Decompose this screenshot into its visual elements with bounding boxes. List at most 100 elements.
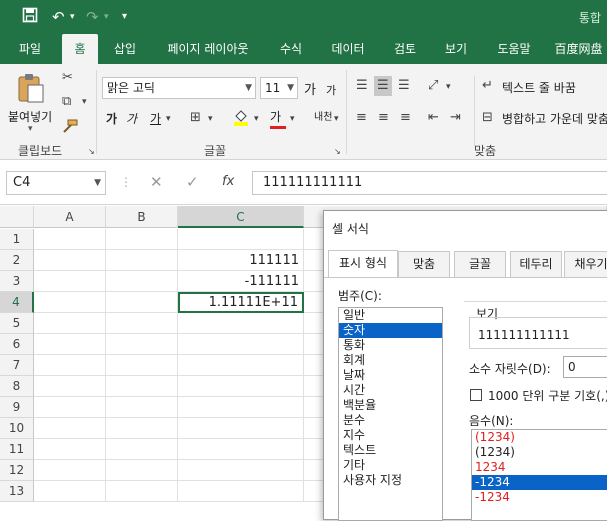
column-header-c[interactable]: C (178, 206, 304, 228)
cell-c3[interactable]: -111111 (178, 271, 304, 292)
grid-cell[interactable] (106, 460, 178, 481)
category-item[interactable]: 지수 (339, 428, 442, 443)
cut-icon[interactable]: ✂ (62, 70, 73, 86)
column-header-b[interactable]: B (106, 206, 178, 228)
negative-numbers-list[interactable]: (1234) (1234) 1234 -1234 -1234 (471, 429, 607, 521)
tab-file[interactable]: 파일 (8, 34, 52, 64)
underline-dropdown-icon[interactable]: ▾ (166, 111, 171, 127)
category-item[interactable]: 날짜 (339, 368, 442, 383)
underline-button[interactable]: 가 (150, 110, 161, 127)
increase-indent-icon[interactable]: ⇥ (450, 110, 461, 126)
grid-cell[interactable] (178, 229, 304, 250)
category-item[interactable]: 분수 (339, 413, 442, 428)
grid-cell[interactable] (106, 397, 178, 418)
tab-home[interactable]: 홈 (62, 34, 98, 64)
grid-cell[interactable] (106, 250, 178, 271)
negative-format-item[interactable]: -1234 (472, 490, 607, 505)
row-header-2[interactable]: 2 (0, 250, 34, 271)
category-item[interactable]: 백분율 (339, 398, 442, 413)
save-icon[interactable] (22, 7, 38, 28)
tab-help[interactable]: 도움말 (490, 34, 538, 64)
formula-input[interactable]: 111111111111 (252, 171, 607, 195)
format-painter-icon[interactable] (62, 118, 78, 139)
category-item[interactable]: 일반 (339, 308, 442, 323)
font-color-button[interactable]: 가 (270, 108, 286, 129)
row-header-10[interactable]: 10 (0, 418, 34, 439)
paste-dropdown-icon[interactable]: ▾ (28, 124, 33, 134)
insert-function-icon[interactable]: fx (222, 174, 234, 189)
grid-cell[interactable] (34, 418, 106, 439)
grid-cell[interactable] (106, 439, 178, 460)
grid-cell[interactable] (178, 439, 304, 460)
category-item[interactable]: 사용자 지정 (339, 473, 442, 488)
grid-cell[interactable] (106, 313, 178, 334)
paste-label[interactable]: 붙여넣기 (8, 108, 52, 125)
align-right-icon[interactable]: ≡ (400, 110, 411, 126)
enter-icon[interactable]: ✓ (186, 173, 199, 191)
cancel-icon[interactable]: ✕ (150, 173, 163, 191)
decimal-places-input[interactable]: 0 (563, 356, 607, 378)
category-item[interactable]: 회계 (339, 353, 442, 368)
grid-cell[interactable] (34, 250, 106, 271)
orientation-icon[interactable]: ⤢ (428, 78, 438, 94)
grid-cell[interactable] (106, 481, 178, 502)
merge-center-button[interactable]: 병합하고 가운데 맞춤 (502, 110, 607, 127)
font-launcher-icon[interactable]: ↘ (334, 144, 341, 160)
name-box[interactable]: C4 ▼ (6, 171, 106, 195)
tab-formulas[interactable]: 수식 (272, 34, 310, 64)
align-middle-icon[interactable]: ☰ (374, 76, 392, 96)
copy-dropdown-icon[interactable]: ▾ (82, 94, 87, 110)
cell-c2[interactable]: 111111 (178, 250, 304, 271)
grid-cell[interactable] (34, 271, 106, 292)
grid-cell[interactable] (34, 481, 106, 502)
grow-font-button[interactable]: 가 (304, 79, 316, 98)
italic-button[interactable]: 가 (126, 110, 137, 127)
tab-border[interactable]: 테두리 (510, 251, 562, 277)
grid-cell[interactable] (178, 418, 304, 439)
grid-cell[interactable] (178, 397, 304, 418)
font-size-combo[interactable]: 11 ▼ (260, 77, 298, 99)
shrink-font-button[interactable]: 가 (326, 82, 336, 98)
select-all-corner[interactable] (0, 206, 34, 228)
fill-color-icon[interactable] (232, 108, 250, 131)
row-header-4[interactable]: 4 (0, 292, 34, 313)
tab-alignment[interactable]: 맞춤 (398, 251, 450, 277)
row-header-6[interactable]: 6 (0, 334, 34, 355)
grid-cell[interactable] (106, 376, 178, 397)
category-item[interactable]: 숫자 (339, 323, 442, 338)
border-dropdown-icon[interactable]: ▾ (208, 111, 213, 127)
grid-cell[interactable] (106, 271, 178, 292)
phonetic-button[interactable]: 내천 (314, 108, 332, 123)
align-left-icon[interactable]: ≡ (356, 110, 367, 126)
tab-data[interactable]: 데이터 (324, 34, 372, 64)
row-header-12[interactable]: 12 (0, 460, 34, 481)
grid-cell[interactable] (34, 397, 106, 418)
grid-cell[interactable] (106, 355, 178, 376)
font-name-combo[interactable]: 맑은 고딕 ▼ (102, 77, 256, 99)
row-header-3[interactable]: 3 (0, 271, 34, 292)
fill-color-dropdown-icon[interactable]: ▾ (254, 111, 259, 127)
align-top-icon[interactable]: ☰ (356, 78, 368, 94)
bold-button[interactable]: 가 (106, 110, 117, 127)
wrap-text-icon[interactable]: ↵ (482, 78, 493, 94)
row-header-7[interactable]: 7 (0, 355, 34, 376)
negative-format-item[interactable]: (1234) (472, 430, 607, 445)
undo-dropdown-icon[interactable]: ▾ (70, 7, 75, 27)
grid-cell[interactable] (178, 376, 304, 397)
grid-cell[interactable] (34, 439, 106, 460)
negative-format-item[interactable]: 1234 (472, 460, 607, 475)
grid-cell[interactable] (106, 292, 178, 313)
negative-format-item[interactable]: -1234 (472, 475, 607, 490)
row-header-11[interactable]: 11 (0, 439, 34, 460)
align-bottom-icon[interactable]: ☰ (398, 78, 410, 94)
cell-c4[interactable]: 1.11111E+11 (178, 292, 304, 313)
tab-number[interactable]: 표시 형식 (328, 250, 398, 277)
grid-cell[interactable] (178, 334, 304, 355)
tab-view[interactable]: 보기 (437, 34, 475, 64)
grid-cell[interactable] (106, 229, 178, 250)
merge-center-icon[interactable]: ⊟ (482, 110, 493, 126)
category-list[interactable]: 일반 숫자 통화 회계 날짜 시간 백분율 분수 지수 텍스트 기타 사용자 지정 (338, 307, 443, 521)
grid-cell[interactable] (106, 418, 178, 439)
tab-fill[interactable]: 채우기 (564, 251, 607, 277)
grid-cell[interactable] (178, 355, 304, 376)
